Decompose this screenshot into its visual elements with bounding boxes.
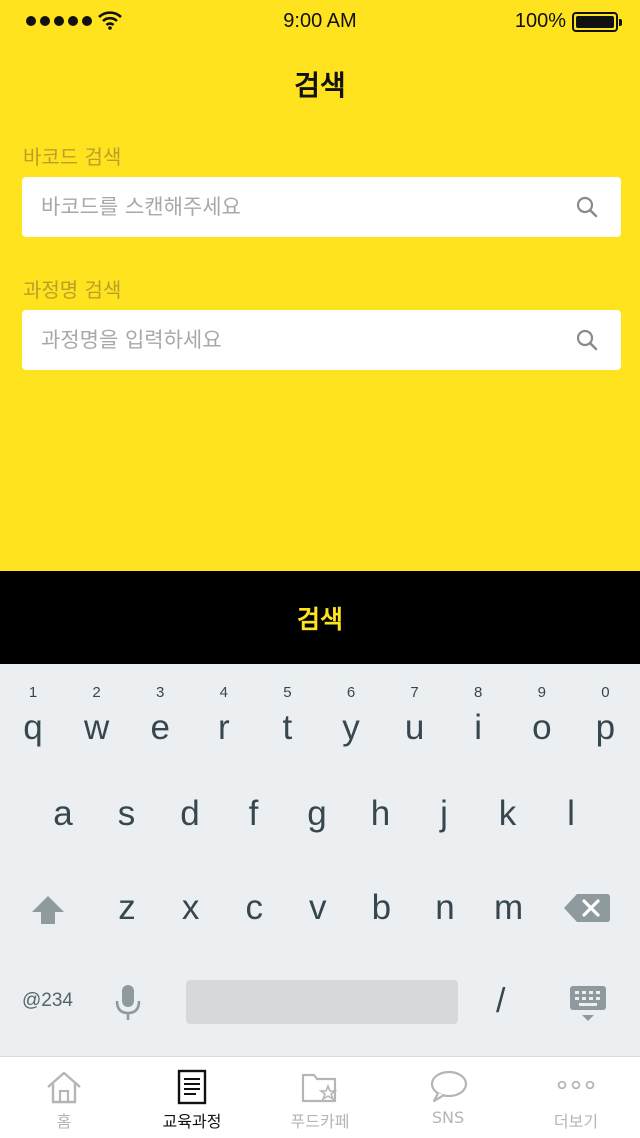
search-icon[interactable] [575, 328, 599, 352]
key-label: v [309, 888, 327, 927]
key-label: m [494, 888, 524, 927]
key-label: h [370, 794, 391, 833]
key-w[interactable]: 2w [67, 664, 127, 754]
home-icon [47, 1071, 81, 1104]
key-h[interactable]: h [351, 794, 411, 854]
key-label: l [567, 794, 575, 833]
key-n[interactable]: n [415, 888, 475, 948]
key-label: a [53, 794, 73, 833]
key-hint: 4 [219, 684, 228, 701]
space-bar[interactable] [186, 980, 458, 1024]
tab-courses[interactable]: 교육과정 [128, 1057, 256, 1138]
tab-food-cafe[interactable]: 푸드카페 [256, 1057, 384, 1138]
key-label: n [435, 888, 455, 927]
key-a[interactable]: a [33, 794, 93, 854]
more-icon [557, 1080, 595, 1090]
key-p[interactable]: 0p [575, 664, 635, 754]
key-hint: 8 [474, 684, 483, 701]
key-label: u [404, 708, 425, 747]
key-r[interactable]: 4r [194, 664, 254, 754]
key-g[interactable]: g [287, 794, 347, 854]
key-l[interactable]: l [541, 794, 601, 854]
chat-bubble-icon [430, 1070, 468, 1103]
key-u[interactable]: 7u [385, 664, 445, 754]
key-d[interactable]: d [160, 794, 220, 854]
document-icon [177, 1069, 207, 1105]
bottom-tab-bar: 홈 교육과정 푸드카페 SNS 더보기 [0, 1056, 640, 1138]
course-search-input[interactable] [22, 310, 562, 370]
tab-label: 더보기 [553, 1112, 599, 1131]
key-label: f [248, 794, 259, 833]
tab-home[interactable]: 홈 [0, 1057, 128, 1138]
key-label: g [307, 794, 327, 833]
key-i[interactable]: 8i [448, 664, 508, 754]
course-search-field[interactable] [22, 310, 621, 370]
key-s[interactable]: s [97, 794, 157, 854]
key-label: y [342, 708, 360, 747]
page-title: 검색 [294, 69, 346, 102]
tab-label: 교육과정 [162, 1112, 222, 1131]
key-z[interactable]: z [97, 888, 157, 948]
tab-label: 푸드카페 [290, 1112, 350, 1131]
key-hint: 6 [346, 684, 356, 701]
key-label: c [245, 888, 263, 927]
slash-key[interactable]: / [496, 982, 505, 1021]
key-label: e [150, 708, 170, 747]
hide-keyboard-icon[interactable] [568, 984, 608, 1024]
key-o[interactable]: 9o [512, 664, 572, 754]
barcode-search-label: 바코드 검색 [23, 145, 122, 169]
status-bar: 9:00 AM 100% [0, 0, 640, 44]
tab-sns[interactable]: SNS [384, 1057, 512, 1138]
key-label: i [474, 708, 483, 747]
folder-star-icon [301, 1073, 338, 1103]
key-label: d [180, 794, 200, 833]
symbols-key[interactable]: @234 [22, 990, 73, 1012]
key-e[interactable]: 3e [130, 664, 190, 754]
barcode-search-field[interactable] [22, 177, 621, 237]
key-j[interactable]: j [414, 794, 474, 854]
course-search-label: 과정명 검색 [23, 278, 122, 302]
key-hint: 9 [537, 684, 546, 701]
key-label: z [118, 888, 136, 927]
key-hint: 0 [601, 684, 610, 701]
search-icon[interactable] [575, 195, 599, 219]
backspace-key-icon[interactable] [563, 892, 611, 924]
key-label: k [498, 794, 517, 833]
key-hint: 3 [156, 684, 165, 701]
search-button[interactable]: 검색 [0, 571, 640, 664]
key-c[interactable]: c [224, 888, 284, 948]
key-label: b [371, 888, 392, 927]
battery-percentage: 100% [514, 10, 566, 32]
key-y[interactable]: 6y [321, 664, 381, 754]
key-hint: 7 [410, 684, 419, 701]
key-x[interactable]: x [161, 888, 221, 948]
barcode-search-input[interactable] [22, 177, 562, 237]
key-label: w [83, 708, 110, 747]
key-v[interactable]: v [288, 888, 348, 948]
key-k[interactable]: k [478, 794, 538, 854]
soft-keyboard: 1q2w3e4r5t6y7u8i9o0p asdfghjkl zxcvbnm @… [0, 664, 640, 1056]
key-m[interactable]: m [479, 888, 539, 948]
key-label: r [217, 708, 230, 747]
tab-label: SNS [431, 1108, 465, 1127]
microphone-icon[interactable] [114, 984, 142, 1022]
key-label: t [282, 708, 293, 747]
key-t[interactable]: 5t [257, 664, 317, 754]
battery-icon [572, 12, 622, 32]
key-q[interactable]: 1q [3, 664, 63, 754]
key-hint: 1 [28, 684, 38, 701]
shift-key-icon[interactable] [30, 894, 66, 926]
key-label: q [23, 708, 43, 747]
key-label: o [532, 708, 552, 747]
tab-label: 홈 [56, 1112, 72, 1131]
key-label: p [595, 708, 616, 747]
key-label: s [117, 794, 136, 833]
tab-more[interactable]: 더보기 [512, 1057, 640, 1138]
key-label: j [440, 794, 448, 833]
key-f[interactable]: f [224, 794, 284, 854]
key-hint: 2 [92, 684, 101, 701]
key-label: x [181, 888, 200, 927]
key-b[interactable]: b [351, 888, 411, 948]
key-hint: 5 [283, 684, 292, 701]
